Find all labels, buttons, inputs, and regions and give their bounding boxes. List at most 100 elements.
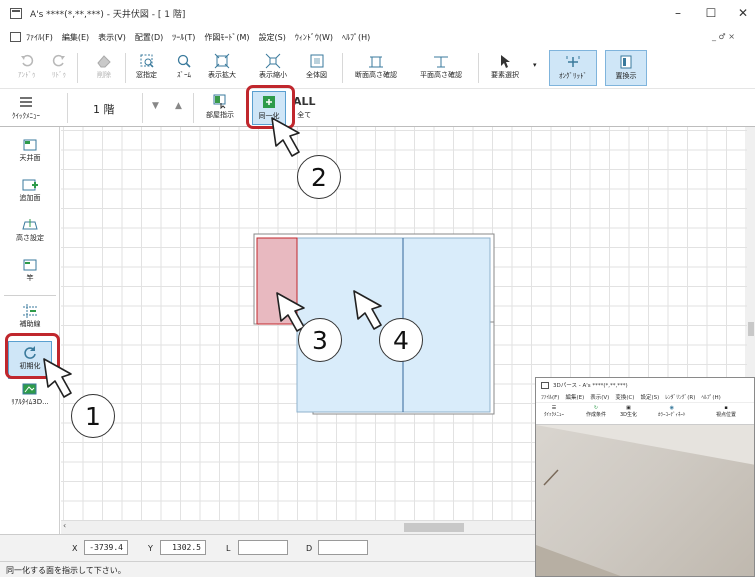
perspective-menu-help[interactable]: ﾍﾙﾌﾟ(H) — [701, 393, 720, 401]
hamburger-icon — [19, 93, 33, 111]
menu-edit[interactable]: 編集(E) — [62, 32, 89, 43]
y-label: Y — [148, 544, 153, 553]
zoom-out-icon — [265, 52, 281, 70]
title-bar: A's ****(*,**,***) - 天井伏図 - [ 1 階] — [0, 0, 755, 27]
fit-all-button[interactable]: 全体図 — [306, 52, 327, 80]
perspective-viewport[interactable] — [536, 425, 754, 576]
plan-height-button[interactable]: 平面高さ確認 — [420, 52, 462, 80]
direction-field[interactable] — [318, 540, 368, 555]
menu-tools[interactable]: ﾂｰﾙ(T) — [172, 32, 195, 43]
add-face-button[interactable]: 追加面 — [0, 177, 60, 203]
perspective-window[interactable]: 3Dパース - A's ****(*,**,***) ﾌｧｲﾙ(F) 編集(E)… — [535, 377, 755, 577]
left-toolbar: 天井面 追加面 高さ設定 竿 補助線 初期化 ﾘｱﾙﾀｲﾑ3D... — [0, 127, 60, 537]
close-button[interactable]: ✕ — [733, 6, 753, 20]
window-title: A's ****(*,**,***) - 天井伏図 - [ 1 階] — [30, 10, 186, 20]
window-select-button[interactable]: 窓指定 — [136, 52, 157, 80]
menu-bar: ﾌｧｲﾙ(F) 編集(E) 表示(V) 配置(D) ﾂｰﾙ(T) 作図ﾓｰﾄﾞ(… — [0, 27, 755, 47]
x-label: X — [72, 544, 78, 553]
document-icon[interactable] — [10, 32, 21, 42]
menu-draw-mode[interactable]: 作図ﾓｰﾄﾞ(M) — [204, 32, 249, 43]
menu-file[interactable]: ﾌｧｲﾙ(F) — [26, 32, 53, 43]
mdi-controls[interactable]: _ ♂ × — [712, 32, 735, 41]
height-setting-button[interactable]: 高さ設定 — [0, 217, 60, 243]
all-icon: ALL — [293, 94, 316, 108]
toolbar-separator — [142, 93, 143, 123]
redo-icon — [52, 52, 66, 70]
perspective-title-bar: 3Dパース - A's ****(*,**,***) — [536, 378, 754, 392]
room-select-button[interactable]: 部屋指示 — [206, 92, 234, 120]
l-label: L — [226, 544, 231, 553]
perspective-menu-convert[interactable]: 変換(C) — [615, 393, 634, 401]
d-label: D — [306, 544, 313, 553]
element-select-button[interactable]: 要素選択 — [491, 52, 519, 80]
perspective-title: 3Dパース - A's ****(*,**,***) — [553, 383, 628, 389]
section-height-button[interactable]: 断面高さ確認 — [355, 52, 397, 80]
main-toolbar: ｱﾝﾄﾞｩ ﾘﾄﾞｩ 削除 窓指定 ｽﾞｰﾑ 表示拡大 表示縮小 全体図 断面高… — [0, 47, 755, 89]
display-button[interactable]: 置換示 — [605, 50, 647, 86]
sub-toolbar: ｸｲｯｸﾒﾆｭｰ 1 階 ▼ ▲ 部屋指示 同一化 ALL 全て — [0, 89, 755, 127]
perspective-conditions-button[interactable]: ↻ 作成条件 — [586, 405, 606, 418]
add-face-icon — [22, 179, 38, 191]
floor-down-icon[interactable]: ▼ — [152, 101, 159, 111]
on-grid-icon — [565, 53, 581, 71]
eraser-icon — [96, 52, 112, 70]
app-icon — [541, 381, 549, 389]
toolbar-separator — [67, 93, 68, 123]
rod-button[interactable]: 竿 — [0, 257, 60, 283]
undo-button[interactable]: ｱﾝﾄﾞｩ — [18, 52, 36, 80]
menu-window[interactable]: ｳｨﾝﾄﾞｳ(W) — [295, 32, 333, 43]
toolbar-separator — [125, 53, 126, 83]
quick-menu-button[interactable]: ｸｲｯｸﾒﾆｭｰ — [12, 93, 40, 121]
room-select-icon — [212, 92, 228, 110]
plan-height-icon — [432, 52, 450, 70]
floor-label: 1 階 — [93, 103, 115, 116]
callout-3: 3 — [298, 318, 342, 362]
menu-place[interactable]: 配置(D) — [135, 32, 163, 43]
perspective-menu-view[interactable]: 表示(V) — [590, 393, 609, 401]
perspective-menu-bar: ﾌｧｲﾙ(F) 編集(E) 表示(V) 変換(C) 設定(S) ﾚﾝﾀﾞﾘﾝｸﾞ… — [536, 392, 754, 403]
realtime-3d-icon — [22, 383, 37, 395]
display-icon — [618, 53, 634, 71]
y-coordinate-field[interactable]: 1302.5 — [160, 540, 206, 555]
horizontal-scroll-thumb[interactable] — [404, 523, 464, 532]
zoom-button[interactable]: ｽﾞｰﾑ — [176, 52, 192, 80]
length-field[interactable] — [238, 540, 288, 555]
ceiling-icon — [23, 139, 37, 151]
dropdown-arrow-icon[interactable]: ▾ — [533, 61, 537, 69]
guide-line-icon — [23, 304, 37, 318]
undo-icon — [20, 52, 34, 70]
vertical-scroll-thumb[interactable] — [748, 322, 754, 336]
guide-line-button[interactable]: 補助線 — [0, 303, 60, 329]
menu-help[interactable]: ﾍﾙﾌﾟ(H) — [342, 32, 370, 43]
perspective-quick-menu-button[interactable]: ☰ ｸｲｯｸﾒﾆｭｰ — [544, 405, 564, 418]
perspective-menu-file[interactable]: ﾌｧｲﾙ(F) — [541, 393, 559, 401]
zoom-in-button[interactable]: 表示拡大 — [208, 52, 236, 80]
callout-1: 1 — [71, 394, 115, 438]
perspective-color-button[interactable]: ◉ ｶﾗｰｺｰﾃﾞｨﾈｰﾄ — [658, 405, 686, 418]
height-set-icon — [22, 219, 38, 230]
perspective-menu-edit[interactable]: 編集(E) — [565, 393, 584, 401]
toolbar-separator — [342, 53, 343, 83]
perspective-menu-rendering[interactable]: ﾚﾝﾀﾞﾘﾝｸﾞ(R) — [665, 393, 695, 401]
callout-2: 2 — [297, 155, 341, 199]
delete-button[interactable]: 削除 — [96, 52, 112, 80]
scroll-left-icon[interactable]: ‹ — [63, 521, 66, 530]
section-height-icon — [367, 52, 385, 70]
on-grid-button[interactable]: ｵﾝｸﾞﾘｯﾄﾞ — [549, 50, 597, 86]
perspective-menu-settings[interactable]: 設定(S) — [640, 393, 659, 401]
toolbar-separator — [77, 53, 78, 83]
ceiling-face-button[interactable]: 天井面 — [0, 137, 60, 163]
floor-up-icon[interactable]: ▲ — [175, 101, 182, 111]
callout-4: 4 — [379, 318, 423, 362]
zoom-out-button[interactable]: 表示縮小 — [259, 52, 287, 80]
redo-button[interactable]: ﾘﾄﾞｩ — [52, 52, 66, 80]
menu-settings[interactable]: 設定(S) — [259, 32, 286, 43]
zoom-icon — [176, 52, 192, 70]
maximize-button[interactable]: ☐ — [701, 6, 721, 20]
perspective-viewpoint-button[interactable]: ▪ 視点位置 — [716, 405, 736, 418]
x-coordinate-field[interactable]: -3739.4 — [84, 540, 128, 555]
minimize-button[interactable]: – — [668, 6, 688, 20]
menu-view[interactable]: 表示(V) — [98, 32, 126, 43]
zoom-in-icon — [214, 52, 230, 70]
perspective-3d-button[interactable]: ▣ 3D生化 — [620, 405, 637, 418]
